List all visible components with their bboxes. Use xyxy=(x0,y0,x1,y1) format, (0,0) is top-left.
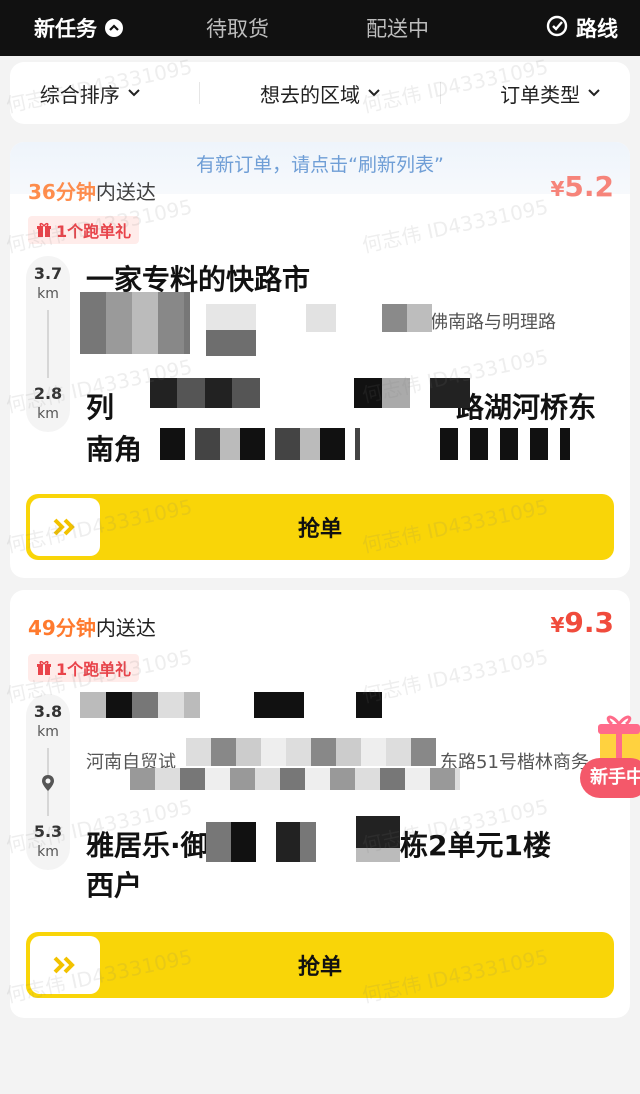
eta-minutes: 36 xyxy=(28,180,56,204)
drop-title-part2: 栋2单元1楼 xyxy=(400,829,551,862)
tab-waiting-pickup[interactable]: 待取货 xyxy=(206,0,269,56)
eta-minutes: 49 xyxy=(28,616,56,640)
eta-unit: 分钟 xyxy=(55,616,96,640)
tab-waiting-pickup-label: 待取货 xyxy=(206,17,269,41)
gift-tag-label: 1个跑单礼 xyxy=(56,660,132,679)
newbie-badge[interactable]: 新手中 xyxy=(580,758,640,798)
filter-sort[interactable]: 综合排序 xyxy=(40,79,140,108)
redaction-mosaic xyxy=(354,378,410,408)
route-line xyxy=(47,310,49,378)
redaction-mosaic xyxy=(160,428,360,460)
drop-distance-unit: km xyxy=(37,844,59,860)
eta-suffix: 内送达 xyxy=(95,180,156,204)
redaction-mosaic xyxy=(440,428,570,460)
drop-title-part3: 南角 xyxy=(86,433,143,466)
pickup-address-right: 东路51号楷林商务 xyxy=(440,752,589,773)
redaction-mosaic xyxy=(254,692,304,718)
gift-tag-label: 1个跑单礼 xyxy=(56,222,132,241)
route-button[interactable]: 路线 xyxy=(546,0,618,56)
filter-sort-label: 综合排序 xyxy=(39,82,120,107)
tab-delivering[interactable]: 配送中 xyxy=(366,0,429,56)
drop-distance: 5.3 km xyxy=(34,822,62,862)
drop-title-part2: 路湖河桥东 xyxy=(456,391,597,424)
tab-new-task-label: 新任务 xyxy=(34,17,97,41)
redaction-mosaic xyxy=(206,822,316,862)
route-label: 路线 xyxy=(576,17,618,41)
chevron-up-icon xyxy=(105,19,123,37)
delivery-eta: 36分钟内送达 xyxy=(28,176,156,205)
grab-order-button[interactable]: 抢单 xyxy=(26,494,614,560)
chevron-down-icon xyxy=(128,89,140,97)
gift-tag: 1个跑单礼 xyxy=(28,216,140,244)
grab-order-label: 抢单 xyxy=(297,517,342,542)
price-symbol: ¥ xyxy=(550,177,565,201)
chevron-down-icon xyxy=(368,89,380,97)
redaction-mosaic xyxy=(130,768,460,790)
price-value: 9.3 xyxy=(564,606,614,639)
drop-distance-value: 2.8 xyxy=(33,384,63,403)
redaction-mosaic xyxy=(186,738,436,766)
filter-area-label: 想去的区域 xyxy=(259,82,360,107)
distance-column: 3.7 km 2.8 km xyxy=(26,256,70,432)
redaction-mosaic xyxy=(80,292,190,354)
price-symbol: ¥ xyxy=(550,613,565,637)
filter-area[interactable]: 想去的区域 xyxy=(260,79,380,108)
top-tab-bar: 新任务 待取货 配送中 路线 xyxy=(0,0,640,56)
redaction-mosaic xyxy=(206,304,256,356)
swipe-handle[interactable] xyxy=(30,936,100,994)
redaction-mosaic xyxy=(382,304,432,332)
pickup-distance: 3.8 km xyxy=(34,702,62,742)
eta-suffix: 内送达 xyxy=(95,616,156,640)
delivery-eta: 49分钟内送达 xyxy=(28,612,156,641)
order-price: ¥5.2 xyxy=(550,170,614,203)
order-card[interactable]: 有新订单，请点击“刷新列表” 36分钟内送达 ¥5.2 1个跑单礼 3.7 km… xyxy=(10,142,630,578)
price-value: 5.2 xyxy=(564,170,614,203)
redaction-mosaic xyxy=(356,692,382,718)
route-line xyxy=(42,748,54,816)
location-pin-icon xyxy=(42,775,54,791)
pickup-distance-value: 3.7 xyxy=(33,264,63,283)
drop-distance: 2.8 km xyxy=(34,384,62,424)
pickup-distance: 3.7 km xyxy=(34,264,62,304)
tab-delivering-label: 配送中 xyxy=(366,17,429,41)
gift-icon xyxy=(37,660,51,675)
distance-column: 3.8 km 5.3 km xyxy=(26,694,70,870)
drop-distance-unit: km xyxy=(37,406,59,422)
grab-order-label: 抢单 xyxy=(297,955,342,980)
order-price: ¥9.3 xyxy=(550,606,614,639)
redaction-mosaic xyxy=(80,692,200,718)
route-icon xyxy=(546,14,570,43)
double-chevron-right-icon xyxy=(53,518,75,536)
drop-title-part3: 西户 xyxy=(86,869,143,902)
redaction-mosaic xyxy=(430,378,470,408)
redaction-mosaic xyxy=(150,378,260,408)
eta-unit: 分钟 xyxy=(55,180,96,204)
divider xyxy=(439,82,441,104)
newbie-gift-icon[interactable] xyxy=(596,712,640,764)
tab-new-task[interactable]: 新任务 xyxy=(34,0,123,56)
gift-icon xyxy=(37,222,51,237)
divider xyxy=(199,82,201,104)
pickup-distance-value: 3.8 xyxy=(33,702,63,721)
redaction-mosaic xyxy=(260,378,350,408)
pickup-address-fragment: 佛南路与明理路 xyxy=(430,312,556,333)
gift-tag: 1个跑单礼 xyxy=(28,654,140,682)
filter-order-type-label: 订单类型 xyxy=(500,82,581,107)
drop-distance-value: 5.3 xyxy=(33,822,63,841)
chevron-down-icon xyxy=(588,89,600,97)
pickup-distance-unit: km xyxy=(37,724,59,740)
grab-order-button[interactable]: 抢单 xyxy=(26,932,614,998)
drop-title-part1: 列 xyxy=(86,391,115,424)
double-chevron-right-icon xyxy=(53,956,75,974)
redaction-mosaic xyxy=(306,304,336,332)
pickup-distance-unit: km xyxy=(37,286,59,302)
filter-order-type[interactable]: 订单类型 xyxy=(500,79,600,108)
filter-bar: 综合排序 想去的区域 订单类型 xyxy=(10,62,630,124)
swipe-handle[interactable] xyxy=(30,498,100,556)
redaction-mosaic xyxy=(356,816,400,862)
order-card[interactable]: 49分钟内送达 ¥9.3 1个跑单礼 3.8 km 5.3 km 河南自贸试 东… xyxy=(10,590,630,1018)
